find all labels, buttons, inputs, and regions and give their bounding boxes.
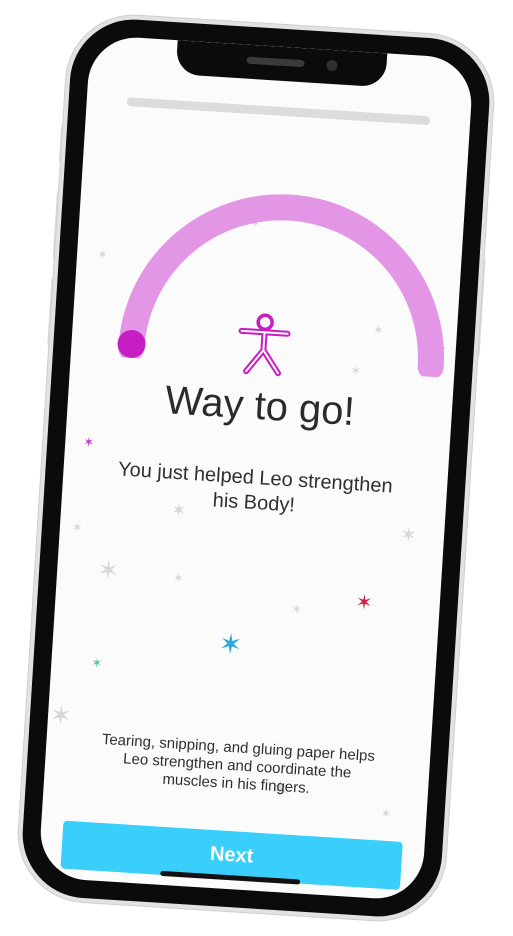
phone-device: ✶ ✶ ✶ ✶ ✶ ✶ ✶ ✶ ✶ ✶ ✶ ✶ ✶ ✶ ✶ ✶ ✶ ✶ ✶ Wa… [18,15,494,921]
sparkle-icon: ✶ [380,805,392,822]
sparkle-icon: ✶ [49,699,73,731]
sparkle-icon: ✶ [399,524,418,548]
sparkle-icon: ✶ [96,554,121,586]
sparkle-icon: ✶ [290,601,303,618]
front-camera [326,59,338,72]
sparkle-icon: ✶ [82,434,95,450]
completion-message-line: his Body! [212,489,296,517]
sparkle-icon: ✶ [90,655,103,671]
sparkle-icon: ✶ [217,628,244,661]
speaker-grille [246,56,305,68]
body-icon [238,313,291,377]
sparkle-icon: ✶ [355,591,374,615]
phone-frame: ✶ ✶ ✶ ✶ ✶ ✶ ✶ ✶ ✶ ✶ ✶ ✶ ✶ ✶ ✶ ✶ ✶ ✶ ✶ Wa… [18,15,494,921]
app-screen: ✶ ✶ ✶ ✶ ✶ ✶ ✶ ✶ ✶ ✶ ✶ ✶ ✶ ✶ ✶ ✶ ✶ ✶ ✶ Wa… [37,34,475,902]
sparkle-icon: ✶ [172,570,185,586]
sparkle-icon: ✶ [71,519,84,536]
